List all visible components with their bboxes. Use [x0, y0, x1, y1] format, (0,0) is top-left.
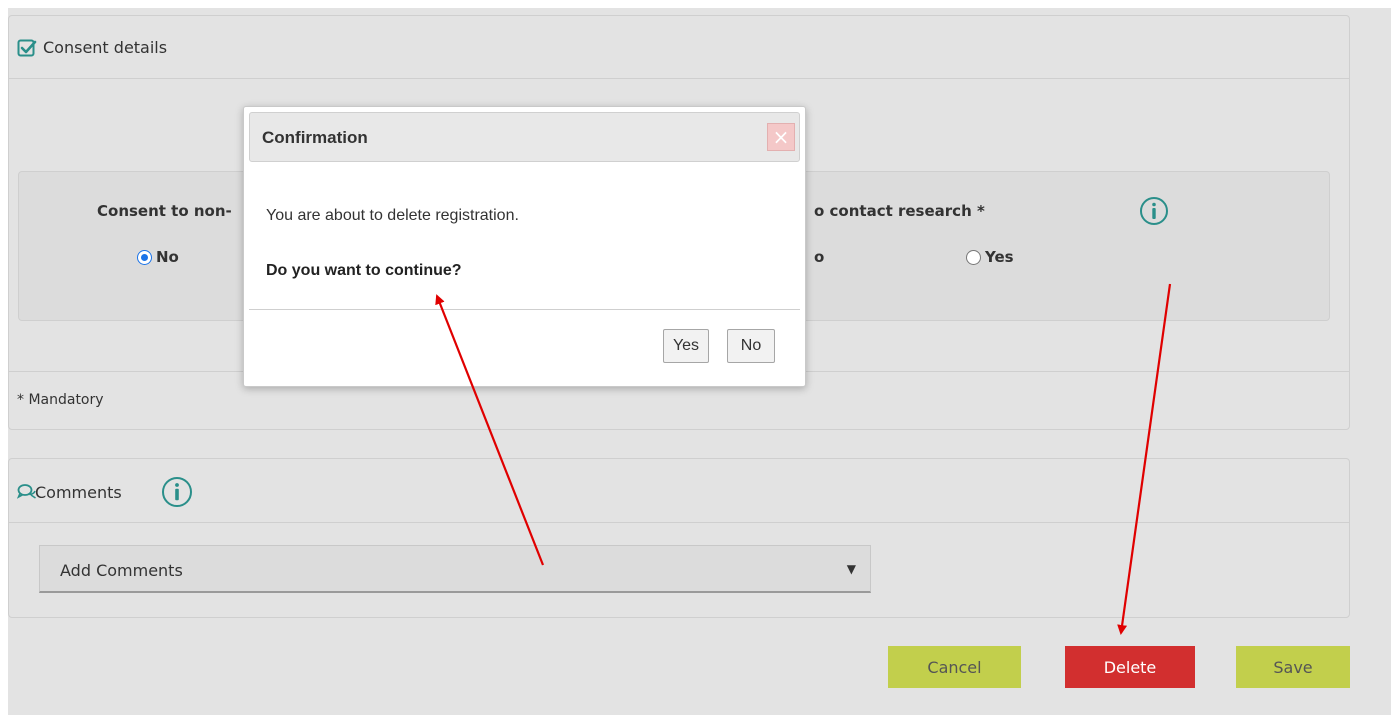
triangle-down-icon: ▼	[846, 562, 856, 576]
add-comments-label: Add Comments	[60, 561, 183, 580]
mandatory-note: * Mandatory	[17, 392, 104, 408]
consent-question-label: Consent to non-	[97, 202, 232, 220]
contact-research-label: o contact research *	[814, 202, 985, 220]
dialog-titlebar[interactable]: Confirmation ×	[249, 112, 800, 162]
consent-title: Consent details	[43, 38, 168, 57]
comments-icon	[17, 484, 36, 499]
dialog-message: You are about to delete registration.	[266, 207, 519, 224]
check-square-icon	[17, 39, 37, 57]
save-button[interactable]: Save	[1236, 646, 1350, 688]
contact-research-no-fragment: o	[814, 248, 825, 266]
info-icon[interactable]	[1139, 196, 1169, 226]
dialog-no-button[interactable]: No	[727, 329, 775, 363]
delete-button[interactable]: Delete	[1065, 646, 1195, 688]
radio-unselected[interactable]	[966, 249, 981, 265]
cancel-button[interactable]: Cancel	[888, 646, 1021, 688]
close-icon[interactable]: ×	[767, 123, 795, 151]
info-icon[interactable]	[161, 476, 193, 508]
consent-header: Consent details	[9, 16, 1349, 79]
radio-selected[interactable]	[137, 249, 152, 265]
dialog-yes-button[interactable]: Yes	[663, 329, 709, 363]
radio-label-yes: Yes	[985, 248, 1014, 266]
dialog-title: Confirmation	[262, 128, 368, 147]
radio-label-no: No	[156, 248, 179, 266]
contact-research-yes-radio[interactable]: Yes	[966, 248, 1014, 266]
dialog-question: Do you want to continue?	[266, 262, 462, 279]
comments-header: Comments	[9, 459, 1349, 523]
confirmation-dialog: Confirmation × You are about to delete r…	[243, 106, 806, 387]
add-comments-select[interactable]: Add Comments ▼	[39, 545, 871, 593]
dialog-divider	[249, 309, 800, 310]
consent-no-radio[interactable]: No	[137, 248, 179, 266]
comments-title: Comments	[35, 483, 122, 502]
comments-panel: Comments Add Comments ▼	[8, 458, 1350, 618]
